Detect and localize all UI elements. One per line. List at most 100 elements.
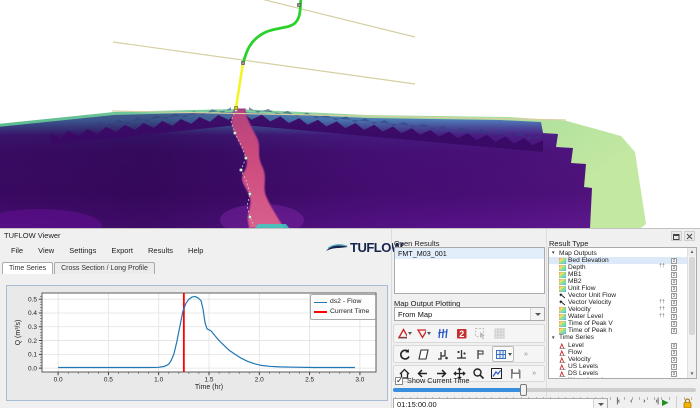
plot-mode-select[interactable]: From Map — [394, 307, 545, 321]
overflow-chevron[interactable]: » — [518, 347, 533, 361]
flow-2d-icon[interactable]: 2 — [454, 327, 469, 341]
secondary-axis-badge[interactable]: 2 — [671, 258, 677, 264]
map-view[interactable] — [0, 0, 700, 228]
time-series-plot-icon — [559, 350, 566, 356]
chevron-down-icon — [508, 353, 512, 356]
lock-time-button[interactable] — [682, 396, 693, 408]
flag-markers: †† — [659, 313, 665, 319]
data-tools-toolbar: » — [393, 345, 545, 363]
secondary-axis-badge[interactable]: 2 — [671, 350, 677, 356]
plot-mode-dropdown-button[interactable] — [530, 308, 544, 320]
secondary-axis-badge[interactable]: 2 — [671, 279, 677, 285]
tab-cross-section-long-profile[interactable]: Cross Section / Long Profile — [54, 262, 155, 274]
divider — [676, 396, 677, 408]
plot-timeseries-icon[interactable] — [397, 327, 412, 341]
tuflow-viewer-window: TUFLOW Viewer FileViewSettingsExportResu… — [0, 228, 700, 408]
secondary-axis-badge[interactable]: 2 — [671, 272, 677, 278]
secondary-axis-badge[interactable]: 2 — [671, 307, 677, 313]
tree-scrollbar[interactable]: ▲ ▼ — [687, 248, 696, 378]
time-series-plot-panel[interactable]: 0.00.51.01.52.02.53.00.00.10.20.30.40.5T… — [6, 285, 388, 401]
zoom-icon[interactable] — [471, 367, 486, 381]
flux-section-icon[interactable] — [435, 327, 450, 341]
toggle-1d-plot-icon[interactable] — [435, 347, 450, 361]
secondary-axis-badge[interactable]: 2 — [671, 321, 677, 327]
secondary-axis-badge[interactable]: 2 — [671, 300, 677, 306]
slider-handle[interactable] — [520, 384, 527, 396]
open-results-list[interactable]: FMT_M03_001 — [394, 247, 545, 294]
previous-timestep-button[interactable]: ‹ — [625, 398, 637, 405]
float-icon — [673, 233, 680, 240]
timestep-buttons: |‹‹››| — [612, 398, 663, 405]
toggle-flags-icon[interactable] — [473, 347, 488, 361]
svg-text:1.5: 1.5 — [204, 377, 213, 384]
vector-arrow-icon — [559, 300, 566, 306]
time-series-plot-icon — [559, 371, 566, 377]
svg-text:0.0: 0.0 — [54, 377, 63, 384]
water-level-icon — [559, 378, 566, 379]
toggle-secondary-axis-icon[interactable] — [454, 347, 469, 361]
clear-plot-icon[interactable] — [416, 347, 431, 361]
chevron-down-icon — [427, 332, 431, 335]
result-list-item[interactable]: FMT_M03_001 — [395, 248, 544, 259]
svg-text:0.3: 0.3 — [28, 324, 37, 331]
scroll-up-icon[interactable]: ▲ — [688, 248, 696, 256]
chevron-down-icon — [598, 403, 604, 406]
first-timestep-button[interactable]: |‹ — [612, 398, 624, 405]
menu-item-results[interactable]: Results — [145, 245, 176, 256]
overflow-chevron[interactable]: » — [527, 367, 542, 381]
svg-text:Q (m³/s): Q (m³/s) — [15, 320, 22, 346]
colour-ramp-icon — [559, 314, 566, 320]
secondary-axis-badge[interactable]: 2 — [671, 378, 677, 379]
secondary-axis-badge[interactable]: 2 — [671, 371, 677, 377]
secondary-axis-badge[interactable]: 2 — [671, 314, 677, 320]
play-button[interactable]: ▶ — [662, 397, 669, 408]
scrollbar-thumb[interactable] — [689, 257, 695, 335]
result-type-tree[interactable]: ▼Map OutputsBed Elevation2Depth††2MB12MB… — [548, 247, 697, 379]
subplot-config-icon[interactable] — [490, 367, 505, 381]
current-time-dropdown-button[interactable] — [593, 399, 607, 408]
dock-float-button[interactable] — [671, 231, 682, 241]
panel-separator — [546, 229, 547, 408]
secondary-axis-badge[interactable]: 2 — [671, 286, 677, 292]
dock-close-button[interactable] — [684, 231, 695, 241]
colour-ramp-icon — [559, 307, 566, 313]
tab-time-series[interactable]: Time Series — [2, 262, 53, 274]
time-slider[interactable] — [393, 384, 696, 396]
svg-text:2.0: 2.0 — [255, 377, 264, 384]
flag-markers: †† — [659, 263, 665, 269]
refresh-plot-icon[interactable] — [397, 347, 412, 361]
svg-text:2.5: 2.5 — [305, 377, 314, 384]
plot-cross-section-icon[interactable] — [416, 327, 431, 341]
svg-text:1.0: 1.0 — [154, 377, 163, 384]
legend-entry: ds2 - Flow — [314, 297, 372, 307]
time-series-plot-icon — [559, 343, 566, 349]
colour-ramp-icon — [559, 265, 566, 271]
save-figure-icon[interactable] — [508, 367, 523, 381]
tree-item-water-level[interactable]: Water Level2 — [549, 377, 687, 379]
menu-item-export[interactable]: Export — [108, 245, 136, 256]
select-features-icon[interactable] — [473, 327, 488, 341]
time-series-plot-icon — [559, 364, 566, 370]
colour-ramp-icon — [559, 286, 566, 292]
menu-item-help[interactable]: Help — [185, 245, 206, 256]
current-time-select[interactable]: 01:15:00.00 — [393, 398, 608, 408]
secondary-axis-badge[interactable]: 2 — [671, 328, 677, 334]
menu-item-settings[interactable]: Settings — [66, 245, 99, 256]
secondary-axis-badge[interactable]: 2 — [671, 364, 677, 370]
menu-item-file[interactable]: File — [8, 245, 26, 256]
expand-caret-icon[interactable]: ▼ — [551, 250, 555, 255]
expand-caret-icon[interactable]: ▼ — [551, 335, 555, 340]
plot-layout-button[interactable] — [492, 346, 514, 362]
secondary-axis-badge[interactable]: 2 — [671, 357, 677, 363]
svg-text:0.4: 0.4 — [28, 310, 37, 317]
secondary-axis-badge[interactable]: 2 — [671, 343, 677, 349]
grid-icon[interactable] — [492, 327, 507, 341]
secondary-axis-badge[interactable]: 2 — [671, 265, 677, 271]
next-timestep-button[interactable]: › — [638, 398, 650, 405]
secondary-axis-badge[interactable]: 2 — [671, 293, 677, 299]
menu-item-view[interactable]: View — [35, 245, 57, 256]
svg-text:0.5: 0.5 — [104, 377, 113, 384]
scroll-down-icon[interactable]: ▼ — [688, 370, 696, 378]
current-time-value: 01:15:00.00 — [397, 400, 437, 408]
screen: { "window": {"title": "TUFLOW Viewer"}, … — [0, 0, 700, 408]
